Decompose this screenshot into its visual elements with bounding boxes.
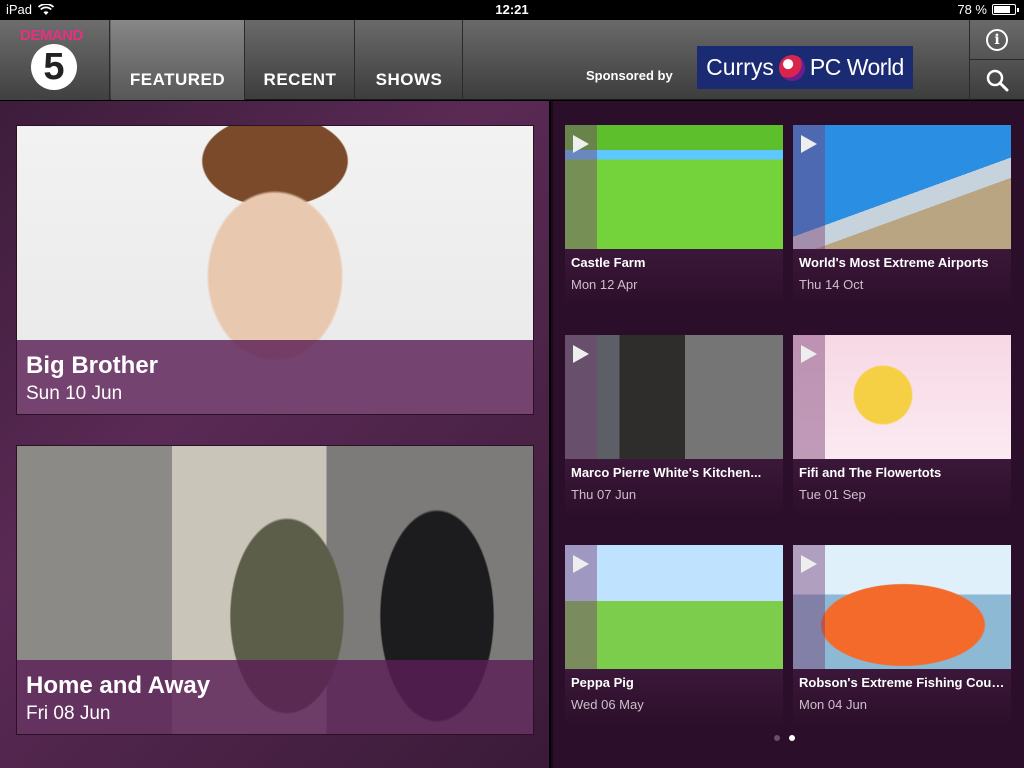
- play-icon: [573, 135, 589, 153]
- page-dot[interactable]: [774, 735, 780, 741]
- featured-card[interactable]: Home and Away Fri 08 Jun: [16, 445, 534, 735]
- sponsor-name-right: PC World: [809, 54, 905, 80]
- show-thumbnail: [793, 545, 1011, 669]
- play-icon: [801, 345, 817, 363]
- show-tile[interactable]: Marco Pierre White's Kitchen... Thu 07 J…: [565, 335, 783, 519]
- show-title: Fifi and The Flowertots: [799, 465, 942, 480]
- featured-title: Big Brother: [26, 352, 158, 379]
- show-title: Peppa Pig: [571, 675, 634, 690]
- play-icon: [801, 555, 817, 573]
- app-header: DEMAND 5 FEATURED RECENT SHOWS Sponsored…: [0, 20, 1024, 100]
- shows-grid-panel: Castle Farm Mon 12 Apr World's Most Extr…: [551, 101, 1024, 768]
- logo-number: 5: [31, 44, 77, 90]
- sponsor-name-left: Currys: [706, 54, 774, 80]
- show-thumbnail: [793, 125, 1011, 249]
- page-dot-active[interactable]: [789, 735, 795, 741]
- tab-recent[interactable]: RECENT: [246, 20, 355, 100]
- show-title: World's Most Extreme Airports: [799, 255, 989, 270]
- show-tile[interactable]: Peppa Pig Wed 06 May: [565, 545, 783, 729]
- clock: 12:21: [495, 2, 529, 17]
- play-icon: [573, 345, 589, 363]
- show-date: Thu 14 Oct: [799, 277, 864, 292]
- show-info: World's Most Extreme Airports Thu 14 Oct: [793, 249, 1011, 309]
- status-bar: iPad 12:21 78 %: [0, 0, 1024, 20]
- demand5-logo[interactable]: DEMAND 5: [0, 20, 110, 100]
- show-info: Marco Pierre White's Kitchen... Thu 07 J…: [565, 459, 783, 519]
- show-date: Mon 12 Apr: [571, 277, 638, 292]
- logo-text: DEMAND: [20, 27, 83, 44]
- show-tile[interactable]: World's Most Extreme Airports Thu 14 Oct: [793, 125, 1011, 309]
- show-tile[interactable]: Robson's Extreme Fishing Coun... Mon 04 …: [793, 545, 1011, 729]
- show-info: Robson's Extreme Fishing Coun... Mon 04 …: [793, 669, 1011, 729]
- info-button[interactable]: i: [969, 20, 1024, 60]
- show-info: Peppa Pig Wed 06 May: [565, 669, 783, 729]
- sponsor-logo[interactable]: Currys PC World: [697, 46, 913, 89]
- featured-title: Home and Away: [26, 672, 211, 699]
- show-info: Castle Farm Mon 12 Apr: [565, 249, 783, 309]
- play-icon: [573, 555, 589, 573]
- show-thumbnail: [565, 125, 783, 249]
- sponsored-label: Sponsored by: [586, 68, 673, 83]
- search-button[interactable]: [969, 60, 1024, 100]
- show-date: Thu 07 Jun: [571, 487, 637, 502]
- featured-panel: Big Brother Sun 10 Jun Home and Away Fri…: [0, 101, 549, 768]
- page-indicator[interactable]: [774, 735, 795, 741]
- show-date: Mon 04 Jun: [799, 697, 867, 712]
- tab-shows[interactable]: SHOWS: [356, 20, 463, 100]
- info-icon: i: [986, 28, 1008, 51]
- play-icon: [801, 135, 817, 153]
- show-thumbnail: [565, 335, 783, 459]
- sponsor-ball-icon: [778, 54, 805, 81]
- battery-icon: [992, 4, 1019, 15]
- show-info: Fifi and The Flowertots Tue 01 Sep: [793, 459, 1011, 519]
- featured-date: Fri 08 Jun: [26, 703, 111, 724]
- show-thumbnail: [793, 335, 1011, 459]
- show-tile[interactable]: Castle Farm Mon 12 Apr: [565, 125, 783, 309]
- tab-featured[interactable]: FEATURED: [111, 20, 245, 100]
- show-title: Castle Farm: [571, 255, 646, 270]
- featured-date: Sun 10 Jun: [26, 383, 123, 404]
- battery-percent: 78 %: [957, 2, 987, 17]
- show-date: Wed 06 May: [571, 697, 644, 712]
- show-title: Marco Pierre White's Kitchen...: [571, 465, 762, 480]
- featured-caption: Big Brother Sun 10 Jun: [17, 340, 533, 414]
- featured-caption: Home and Away Fri 08 Jun: [17, 660, 533, 734]
- show-title: Robson's Extreme Fishing Coun...: [799, 675, 1005, 690]
- show-tile[interactable]: Fifi and The Flowertots Tue 01 Sep: [793, 335, 1011, 519]
- featured-card[interactable]: Big Brother Sun 10 Jun: [16, 125, 534, 415]
- show-date: Tue 01 Sep: [799, 487, 866, 502]
- search-icon: [986, 69, 1009, 92]
- show-thumbnail: [565, 545, 783, 669]
